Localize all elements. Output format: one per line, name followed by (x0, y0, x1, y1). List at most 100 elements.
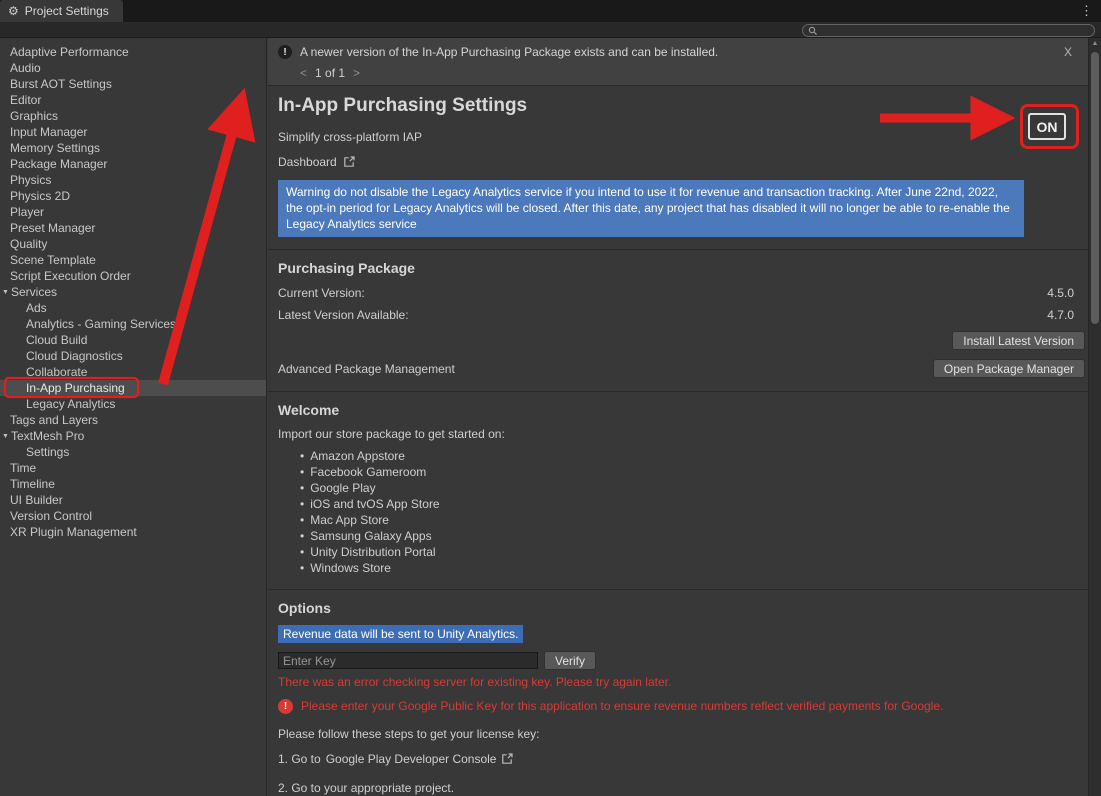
prev-page-button[interactable]: < (300, 66, 307, 80)
sidebar-item-cloud-build[interactable]: Cloud Build (0, 332, 266, 348)
sidebar-item-label: Ads (26, 301, 47, 315)
sidebar-item-xr-plugin-management[interactable]: XR Plugin Management (0, 524, 266, 540)
sidebar-item-physics-2d[interactable]: Physics 2D (0, 188, 266, 204)
simplify-iap-label: Simplify cross-platform IAP (278, 130, 1088, 144)
store-name: Unity Distribution Portal (310, 545, 435, 559)
search-input[interactable] (822, 25, 1089, 36)
sidebar-item-graphics[interactable]: Graphics (0, 108, 266, 124)
sidebar-item-tags-and-layers[interactable]: Tags and Layers (0, 412, 266, 428)
open-package-manager-button[interactable]: Open Package Manager (933, 359, 1085, 378)
sidebar-item-ui-builder[interactable]: UI Builder (0, 492, 266, 508)
latest-version-row: Latest Version Available: 4.7.0 (278, 308, 1074, 322)
store-list-item: •Facebook Gameroom (300, 464, 1088, 480)
search-box[interactable] (802, 24, 1095, 37)
bullet-icon: • (300, 561, 304, 575)
gear-icon: ⚙ (8, 4, 19, 18)
sidebar-item-in-app-purchasing[interactable]: In-App Purchasing (0, 380, 266, 396)
foldout-arrow-icon[interactable]: ▼ (2, 433, 11, 440)
sidebar-item-label: Services (11, 285, 57, 299)
iap-toggle-button[interactable]: ON (1028, 113, 1066, 140)
store-list-item: •Google Play (300, 480, 1088, 496)
analytics-note: Revenue data will be sent to Unity Analy… (278, 625, 523, 643)
sidebar-item-label: Cloud Build (26, 333, 87, 347)
sidebar-item-timeline[interactable]: Timeline (0, 476, 266, 492)
settings-content: ! A newer version of the In-App Purchasi… (268, 38, 1088, 796)
sidebar-item-label: Memory Settings (10, 141, 100, 155)
sidebar-item-burst-aot-settings[interactable]: Burst AOT Settings (0, 76, 266, 92)
sidebar-item-label: Legacy Analytics (26, 397, 115, 411)
sidebar-item-collaborate[interactable]: Collaborate (0, 364, 266, 380)
welcome-intro: Import our store package to get started … (278, 427, 1088, 441)
sidebar-item-legacy-analytics[interactable]: Legacy Analytics (0, 396, 266, 412)
info-icon: ! (278, 45, 292, 59)
sidebar-item-analytics-gaming-services[interactable]: Analytics - Gaming Services (0, 316, 266, 332)
section-heading: Options (278, 600, 1088, 616)
tab-project-settings[interactable]: ⚙ Project Settings (0, 0, 123, 22)
sidebar-item-label: Tags and Layers (10, 413, 98, 427)
bullet-icon: • (300, 465, 304, 479)
banner-message: A newer version of the In-App Purchasing… (300, 45, 1050, 59)
sidebar-item-physics[interactable]: Physics (0, 172, 266, 188)
step-2-text: 2. Go to your appropriate project. (278, 781, 1088, 795)
window-menu-icon[interactable]: ⋮ (1072, 0, 1101, 22)
sidebar-item-memory-settings[interactable]: Memory Settings (0, 140, 266, 156)
sidebar-item-time[interactable]: Time (0, 460, 266, 476)
verify-button[interactable]: Verify (544, 651, 596, 670)
sidebar-item-package-manager[interactable]: Package Manager (0, 156, 266, 172)
sidebar-item-textmesh-pro[interactable]: ▼TextMesh Pro (0, 428, 266, 444)
foldout-arrow-icon[interactable]: ▼ (2, 289, 11, 296)
sidebar-item-quality[interactable]: Quality (0, 236, 266, 252)
sidebar-item-label: Input Manager (10, 125, 87, 139)
current-version-row: Current Version: 4.5.0 (278, 286, 1074, 300)
dashboard-link[interactable]: Dashboard (278, 155, 355, 169)
bullet-icon: • (300, 545, 304, 559)
sidebar-item-label: Audio (10, 61, 41, 75)
sidebar-item-preset-manager[interactable]: Preset Manager (0, 220, 266, 236)
close-icon[interactable]: X (1058, 45, 1078, 59)
sidebar-item-script-execution-order[interactable]: Script Execution Order (0, 268, 266, 284)
store-list: •Amazon Appstore •Facebook Gameroom •Goo… (300, 448, 1088, 576)
sidebar-item-version-control[interactable]: Version Control (0, 508, 266, 524)
next-page-button[interactable]: > (353, 66, 360, 80)
sidebar-item-label: Preset Manager (10, 221, 95, 235)
title-bar: ⚙ Project Settings ⋮ (0, 0, 1101, 22)
content-scrollbar[interactable]: ▲ (1088, 38, 1101, 796)
update-banner: ! A newer version of the In-App Purchasi… (268, 38, 1088, 85)
latest-version-label: Latest Version Available: (278, 308, 409, 322)
google-play-console-link[interactable]: Google Play Developer Console (326, 752, 497, 766)
sidebar-item-label: Burst AOT Settings (10, 77, 112, 91)
sidebar-item-services[interactable]: ▼Services (0, 284, 266, 300)
google-key-input[interactable] (278, 652, 538, 669)
sidebar-item-player[interactable]: Player (0, 204, 266, 220)
welcome-section: Welcome Import our store package to get … (268, 392, 1088, 589)
page-title: In-App Purchasing Settings (278, 95, 527, 116)
install-latest-version-button[interactable]: Install Latest Version (952, 331, 1085, 350)
sidebar-item-textmesh-settings[interactable]: Settings (0, 444, 266, 460)
sidebar-item-label: Quality (10, 237, 47, 251)
sidebar-item-label: Physics 2D (10, 189, 70, 203)
sidebar-item-editor[interactable]: Editor (0, 92, 266, 108)
scroll-up-icon[interactable]: ▲ (1089, 38, 1101, 47)
sidebar-item-label: XR Plugin Management (10, 525, 137, 539)
sidebar-item-cloud-diagnostics[interactable]: Cloud Diagnostics (0, 348, 266, 364)
toolbar (0, 22, 1101, 38)
sidebar-item-label: Timeline (10, 477, 55, 491)
sidebar-item-label: Analytics - Gaming Services (26, 317, 176, 331)
store-list-item: •iOS and tvOS App Store (300, 496, 1088, 512)
current-version-value: 4.5.0 (1047, 286, 1074, 300)
sidebar-item-label: Scene Template (10, 253, 96, 267)
sidebar-item-scene-template[interactable]: Scene Template (0, 252, 266, 268)
external-link-icon (343, 156, 355, 168)
current-version-label: Current Version: (278, 286, 365, 300)
sidebar-item-adaptive-performance[interactable]: Adaptive Performance (0, 44, 266, 60)
store-name: Samsung Galaxy Apps (310, 529, 431, 543)
sidebar-item-input-manager[interactable]: Input Manager (0, 124, 266, 140)
sidebar-item-label: Cloud Diagnostics (26, 349, 123, 363)
external-link-icon (501, 753, 513, 765)
sidebar-item-label: Physics (10, 173, 51, 187)
sidebar-item-audio[interactable]: Audio (0, 60, 266, 76)
bullet-icon: • (300, 497, 304, 511)
sidebar-item-ads[interactable]: Ads (0, 300, 266, 316)
store-name: Mac App Store (310, 513, 389, 527)
scrollbar-thumb[interactable] (1091, 52, 1099, 324)
